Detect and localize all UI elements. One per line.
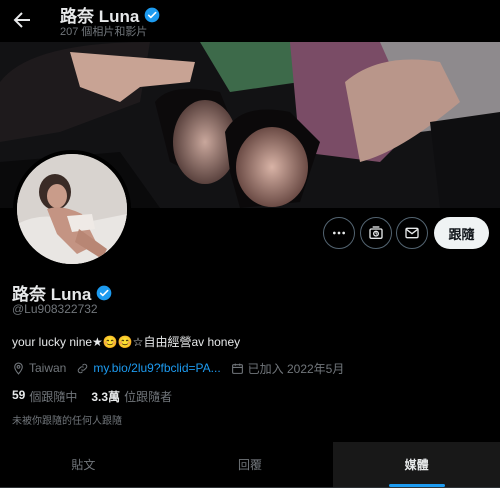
followers-link[interactable]: 3.3萬 位跟隨者 [91, 388, 172, 405]
follow-button[interactable]: 跟隨 [434, 217, 489, 249]
calendar-icon [231, 363, 243, 374]
subscribe-icon [369, 226, 383, 239]
profile-link-text[interactable]: my.bio/2lu9?fbclid=PA... [93, 361, 220, 375]
location: Taiwan [12, 361, 66, 375]
tab-media[interactable]: 媒體 [333, 442, 500, 487]
active-tab-indicator [388, 484, 445, 487]
following-link[interactable]: 59 個跟隨中 [12, 388, 77, 405]
join-date-text: 已加入 2022年5月 [247, 361, 345, 376]
tab-replies[interactable]: 回覆 [167, 442, 334, 487]
join-date: 已加入 2022年5月 [231, 360, 345, 377]
follow-stats: 59 個跟隨中 3.3萬 位跟隨者 [12, 388, 172, 405]
mutual-followers-note: 未被你跟隨的任何人跟隨 [12, 416, 122, 427]
back-arrow-icon[interactable] [10, 8, 34, 32]
followers-count: 3.3萬 [91, 390, 121, 404]
message-button[interactable] [396, 217, 428, 249]
avatar[interactable] [13, 150, 131, 268]
location-icon [14, 362, 23, 375]
profile-link[interactable]: my.bio/2lu9?fbclid=PA... [76, 361, 221, 375]
profile-bio: your lucky nine★😊😊☆自由經營av honey [12, 335, 241, 349]
tab-label: 回覆 [238, 458, 263, 472]
post-count: 207 個相片和影片 [60, 26, 148, 38]
following-label: 個跟隨中 [29, 390, 78, 404]
message-icon [405, 227, 419, 239]
verified-badge-icon [145, 7, 160, 22]
following-count: 59 [12, 388, 26, 402]
profile-handle: @Lu908322732 [12, 302, 98, 316]
link-icon [78, 363, 88, 373]
location-text: Taiwan [29, 361, 67, 375]
tab-label: 媒體 [404, 458, 429, 472]
tab-label: 貼文 [71, 458, 96, 472]
followers-label: 位跟隨者 [124, 390, 173, 404]
verified-badge-icon[interactable] [96, 285, 112, 301]
profile-tabs: 貼文 回覆 媒體 [0, 442, 500, 488]
more-options-button[interactable] [323, 217, 355, 249]
tab-posts[interactable]: 貼文 [0, 442, 167, 487]
profile-meta: Taiwan my.bio/2lu9?fbclid=PA... 已加入 2022… [12, 359, 354, 377]
subscribe-button[interactable] [360, 217, 392, 249]
top-bar: 路奈 Luna 207 個相片和影片 [0, 0, 500, 42]
more-icon [333, 231, 345, 235]
